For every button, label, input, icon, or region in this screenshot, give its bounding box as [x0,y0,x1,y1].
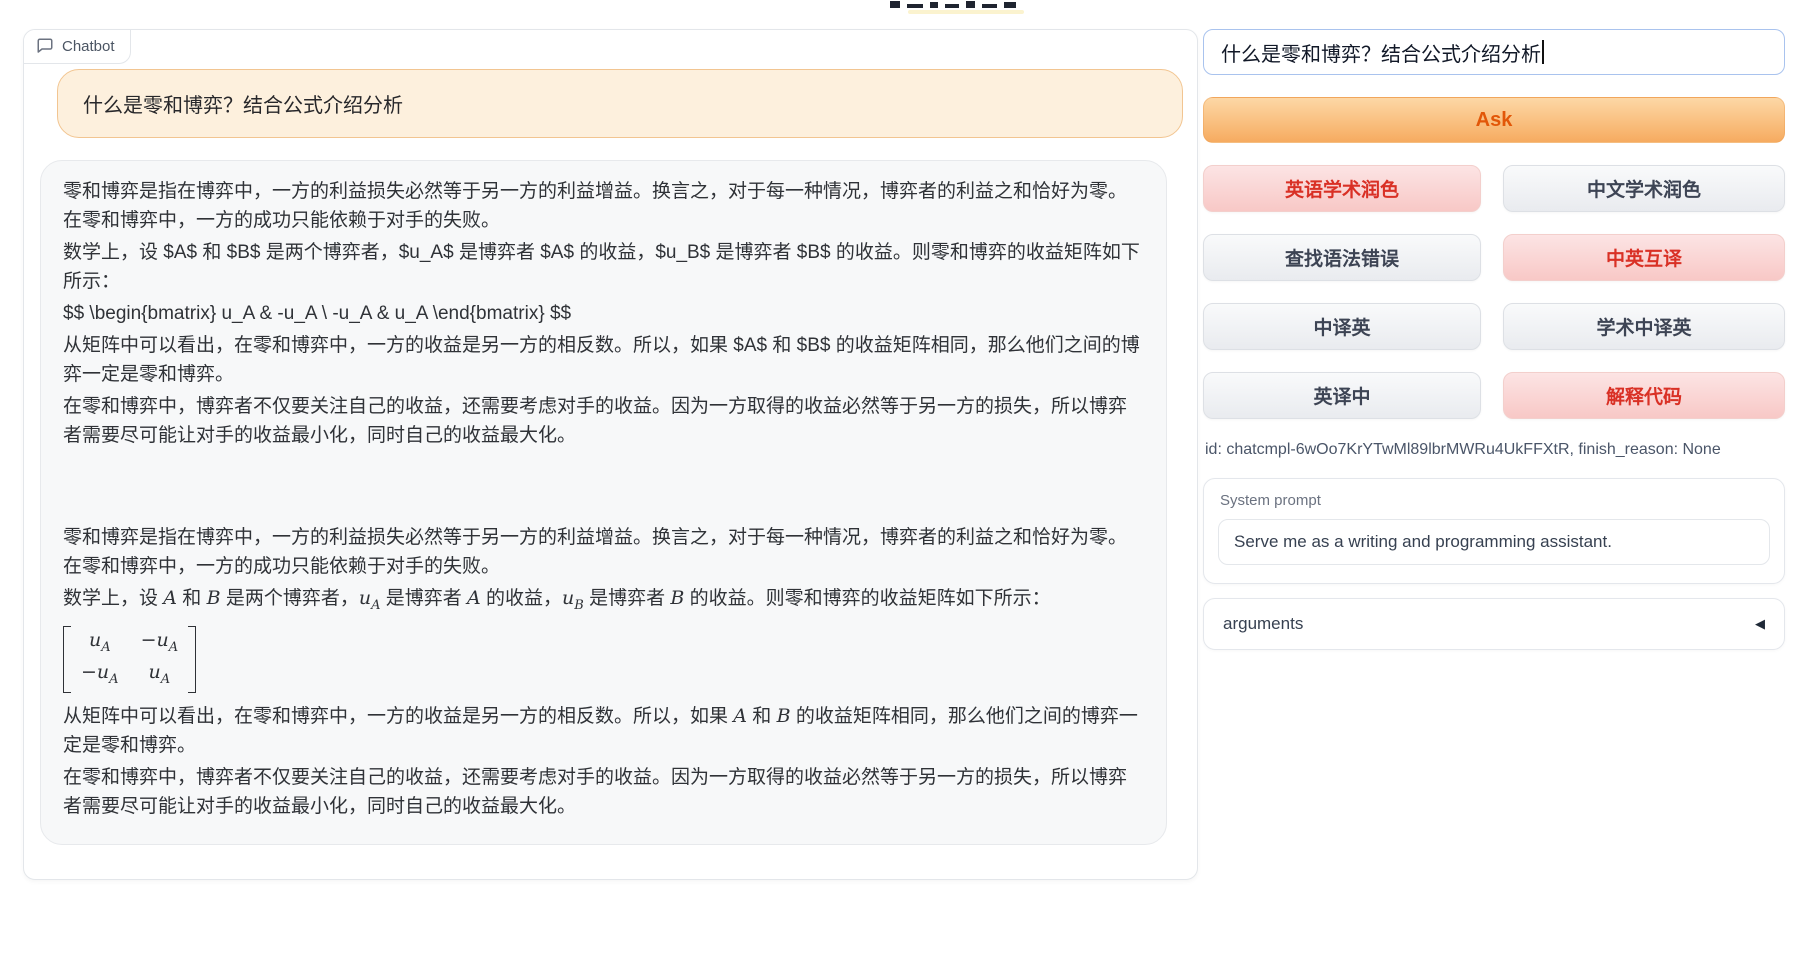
title-stroke [890,1,900,8]
preset-button-en-to-zh[interactable]: 英译中 [1203,372,1481,419]
system-prompt-input[interactable]: Serve me as a writing and programming as… [1218,519,1770,565]
title-stroke [907,4,923,8]
matrix-cell: uA [81,628,119,660]
clipped-page-title [890,0,1030,8]
bot-paragraph: 零和博弈是指在博弈中，一方的利益损失必然等于另一方的利益增益。换言之，对于每一种… [63,523,1144,581]
bot-paragraph: 数学上，设 $A$ 和 $B$ 是两个博弈者，$u_A$ 是博弈者 $A$ 的收… [63,238,1144,296]
question-input-value: 什么是零和博弈？结合公式介绍分析 [1221,38,1541,67]
preset-button-chinese-academic-polish[interactable]: 中文学术润色 [1503,165,1785,212]
user-message-bubble: 什么是零和博弈？结合公式介绍分析 [57,69,1183,138]
bot-paragraph: 在零和博弈中，博弈者不仅要关注自己的收益，还需要考虑对手的收益。因为一方取得的收… [63,763,1144,821]
matrix-left-bracket [63,626,71,694]
bot-paragraph-with-math: 从矩阵中可以看出，在零和博弈中，一方的收益是另一方的相反数。所以，如果 A 和 … [63,702,1144,760]
preset-button-academic-zh-to-en[interactable]: 学术中译英 [1503,303,1785,350]
chat-bubble-icon [36,37,54,55]
preset-button-grid: 英语学术润色 中文学术润色 查找语法错误 中英互译 中译英 学术中译英 英译中 … [1203,165,1785,419]
arguments-label: arguments [1223,614,1303,634]
paragraph-gap [63,453,1144,523]
system-prompt-label: System prompt [1220,492,1770,509]
title-highlight [908,10,1024,14]
matrix-cell: uA [141,660,179,692]
system-prompt-value: Serve me as a writing and programming as… [1234,532,1612,552]
arguments-accordion-header[interactable]: arguments ◀ [1203,598,1785,650]
collapse-arrow-icon: ◀ [1755,616,1765,632]
preset-button-find-grammar-errors[interactable]: 查找语法错误 [1203,234,1481,281]
title-stroke [930,2,938,8]
matrix-cell: −uA [141,628,179,660]
chatbot-panel: Chatbot 什么是零和博弈？结合公式介绍分析 零和博弈是指在博弈中，一方的利… [23,29,1198,880]
title-stroke [966,1,975,8]
title-stroke [982,4,997,8]
bot-paragraph-with-math: 数学上，设 A 和 B 是两个博弈者，uA 是博弈者 A 的收益，uB 是博弈者… [63,584,1144,620]
user-message-text: 什么是零和博弈？结合公式介绍分析 [83,89,403,118]
bot-paragraph: 在零和博弈中，博弈者不仅要关注自己的收益，还需要考虑对手的收益。因为一方取得的收… [63,392,1144,450]
preset-button-english-academic-polish[interactable]: 英语学术润色 [1203,165,1481,212]
bot-paragraph: 零和博弈是指在博弈中，一方的利益损失必然等于另一方的利益增益。换言之，对于每一种… [63,177,1144,235]
payoff-matrix: uA −uA −uA uA [63,626,196,694]
preset-button-zh-to-en[interactable]: 中译英 [1203,303,1481,350]
text-cursor [1542,40,1544,64]
title-stroke [945,4,959,8]
response-status-text: id: chatcmpl-6wOo7KrYTwMl89lbrMWRu4UkFFX… [1205,441,1787,459]
chatbot-label-text: Chatbot [62,38,115,55]
bot-paragraph: 从矩阵中可以看出，在零和博弈中，一方的收益是另一方的相反数。所以，如果 $A$ … [63,331,1144,389]
question-input[interactable]: 什么是零和博弈？结合公式介绍分析 [1203,29,1785,75]
title-stroke [1004,2,1016,8]
bot-message-bubble: 零和博弈是指在博弈中，一方的利益损失必然等于另一方的利益增益。换言之，对于每一种… [40,160,1167,845]
preset-button-explain-code[interactable]: 解释代码 [1503,372,1785,419]
system-prompt-card: System prompt Serve me as a writing and … [1203,478,1785,584]
preset-button-zh-en-mutual-translate[interactable]: 中英互译 [1503,234,1785,281]
matrix-cell: −uA [81,660,119,692]
matrix-right-bracket [188,626,196,694]
chatbot-label: Chatbot [24,30,131,64]
ask-button[interactable]: Ask [1203,97,1785,143]
bot-paragraph-latex-source: $$ \begin{bmatrix} u_A & -u_A \ -u_A & u… [63,299,1144,328]
